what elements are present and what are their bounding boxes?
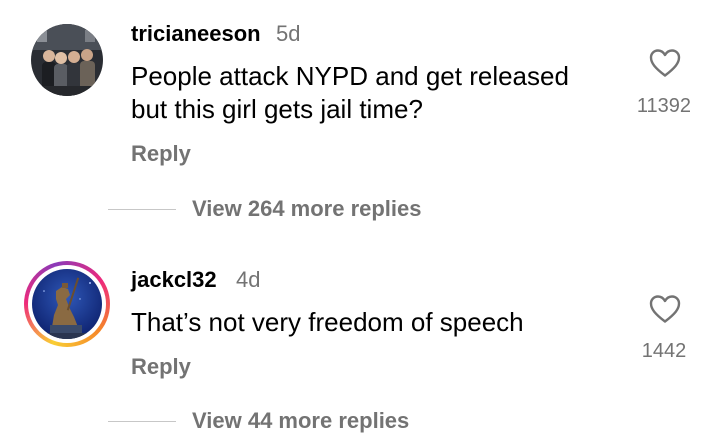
reply-button[interactable]: Reply [131, 354, 191, 380]
comment-timestamp: 4d [236, 267, 261, 292]
comment-text: That’s not very freedom of speech [131, 307, 524, 337]
heart-outline-icon[interactable] [649, 48, 681, 83]
avatar[interactable] [31, 24, 103, 96]
heart-outline-icon[interactable] [649, 294, 681, 329]
divider-line [108, 420, 176, 422]
group-photo-avatar-icon [31, 24, 103, 96]
comment-item: jackcl32 4d That’s not very freedom of s… [0, 240, 720, 446]
statue-photo-avatar-icon [32, 269, 102, 339]
comment-item: tricianeeson 5d People attack NYPD and g… [0, 0, 720, 240]
comment-username[interactable]: jackcl32 [131, 267, 217, 293]
like-count: 11392 [636, 95, 692, 117]
comment-timestamp: 5d [276, 21, 301, 46]
story-ring[interactable] [24, 261, 110, 347]
reply-button[interactable]: Reply [131, 141, 191, 167]
like-count: 1442 [641, 340, 687, 362]
view-replies-button[interactable]: View 264 more replies [108, 196, 422, 222]
view-replies-label: View 44 more replies [192, 408, 410, 433]
divider-line [108, 208, 176, 210]
view-replies-button[interactable]: View 44 more replies [108, 408, 409, 434]
view-replies-label: View 264 more replies [192, 196, 422, 221]
comment-username[interactable]: tricianeeson [131, 21, 261, 47]
avatar [32, 269, 102, 339]
comment-text: People attack NYPD and get released but … [131, 61, 569, 124]
